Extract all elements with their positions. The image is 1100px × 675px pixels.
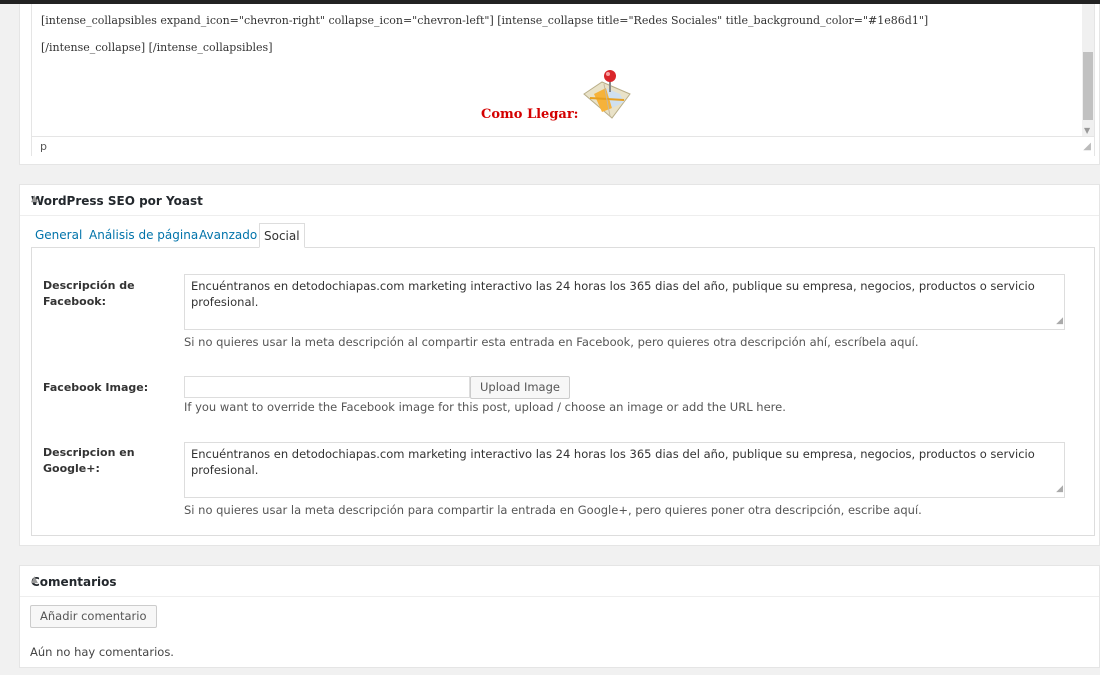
google-description-help: Si no quieres usar la meta descripción p… — [184, 503, 922, 517]
editor-status-bar: p ◢ — [32, 136, 1094, 156]
shortcode-line-1: [intense_collapsibles expand_icon="chevr… — [41, 14, 929, 27]
add-comment-button[interactable]: Añadir comentario — [30, 605, 157, 628]
element-path[interactable]: p — [40, 140, 47, 153]
social-tab-panel: Descripción de Facebook: Encuéntranos en… — [31, 247, 1095, 536]
google-description-value: Encuéntranos en detodochiapas.com market… — [191, 447, 1035, 477]
tab-analisis[interactable]: Análisis de página — [89, 223, 198, 247]
tab-avanzado[interactable]: Avanzado — [199, 223, 257, 247]
facebook-description-value: Encuéntranos en detodochiapas.com market… — [191, 279, 1035, 309]
tab-general[interactable]: General — [35, 223, 82, 247]
facebook-description-field[interactable]: Encuéntranos en detodochiapas.com market… — [184, 274, 1065, 330]
resize-grip-icon[interactable]: ◢ — [1083, 141, 1091, 152]
scrollbar-thumb[interactable] — [1083, 52, 1093, 120]
facebook-image-help: If you want to override the Facebook ima… — [184, 400, 786, 414]
facebook-image-input[interactable] — [184, 376, 470, 398]
resize-grip-icon[interactable]: ◢ — [1056, 481, 1063, 497]
post-editor: [intense_collapsibles expand_icon="chevr… — [19, 4, 1100, 165]
triangle-up-icon[interactable]: ▲ — [31, 194, 1091, 204]
triangle-up-icon[interactable]: ▲ — [31, 575, 1091, 585]
google-description-field[interactable]: Encuéntranos en detodochiapas.com market… — [184, 442, 1065, 498]
tab-social[interactable]: Social — [259, 223, 305, 248]
facebook-image-label: Facebook Image: — [43, 381, 149, 394]
shortcode-line-2: [/intense_collapse] [/intense_collapsibl… — [41, 41, 273, 54]
facebook-description-label: Descripción de Facebook: — [43, 279, 135, 308]
google-description-label: Descripcion en Google+: — [43, 446, 135, 475]
editor-content-area[interactable]: [intense_collapsibles expand_icon="chevr… — [31, 4, 1095, 156]
comments-box: Comentarios ▲ Añadir comentario Aún no h… — [19, 565, 1100, 668]
como-llegar-text: Como Llegar: — [481, 107, 579, 122]
seo-box-header[interactable]: WordPress SEO por Yoast ▲ — [20, 185, 1099, 216]
resize-grip-icon[interactable]: ◢ — [1056, 313, 1063, 329]
yoast-seo-box: WordPress SEO por Yoast ▲ General Anális… — [19, 184, 1100, 546]
facebook-description-help: Si no quieres usar la meta descripción a… — [184, 335, 919, 349]
no-comments-text: Aún no hay comentarios. — [30, 645, 174, 659]
upload-image-button[interactable]: Upload Image — [470, 376, 570, 399]
map-pin-icon — [583, 70, 631, 119]
comments-box-header[interactable]: Comentarios ▲ — [20, 566, 1099, 597]
editor-scrollbar[interactable]: ▼ — [1082, 4, 1094, 136]
scroll-down-icon[interactable]: ▼ — [1084, 126, 1090, 135]
